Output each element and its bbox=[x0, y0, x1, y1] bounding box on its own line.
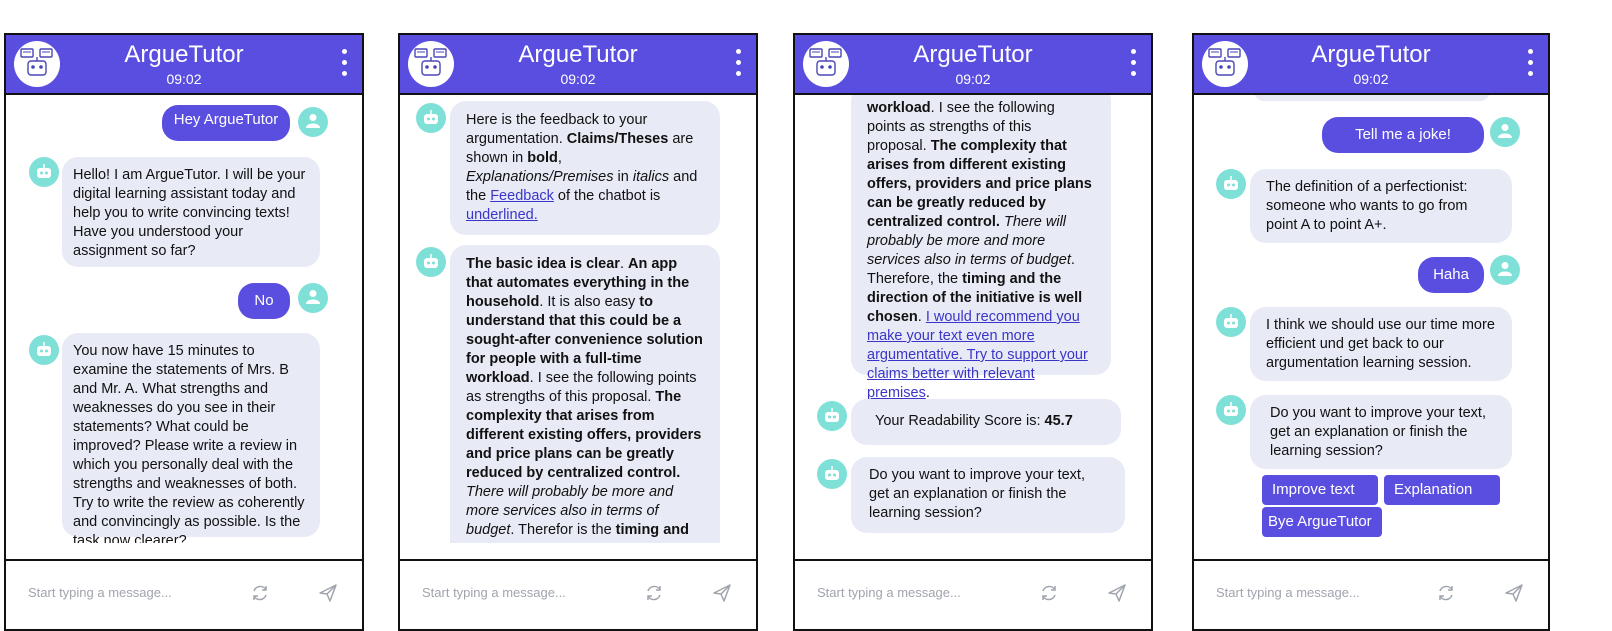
user-icon bbox=[1490, 117, 1520, 147]
feedback-text: bold bbox=[527, 150, 558, 166]
message-input-bar: Start typing a message... bbox=[1194, 559, 1548, 629]
feedback-link[interactable]: Feedback bbox=[490, 188, 554, 204]
user-message: Tell me a joke! bbox=[1322, 117, 1484, 153]
bot-message: You now have 15 minutes to examine the s… bbox=[62, 333, 320, 543]
kebab-menu-icon[interactable] bbox=[1131, 49, 1137, 81]
robot-icon bbox=[817, 459, 847, 489]
app-title: ArgueTutor bbox=[1311, 41, 1431, 68]
feedback-text: . bbox=[619, 256, 624, 272]
robot-icon bbox=[817, 401, 847, 431]
chat-header: ArgueTutor 09:02 bbox=[795, 35, 1151, 95]
robot-icon bbox=[416, 103, 446, 133]
message-input-bar: Start typing a message... bbox=[795, 559, 1151, 629]
refresh-icon[interactable] bbox=[1039, 583, 1059, 608]
header-time: 09:02 bbox=[166, 71, 202, 87]
refresh-icon[interactable] bbox=[250, 583, 270, 608]
message-input-bar: Start typing a message... bbox=[400, 559, 756, 629]
send-icon[interactable] bbox=[318, 583, 338, 608]
chat-header: ArgueTutor 09:02 bbox=[6, 35, 362, 95]
kebab-menu-icon[interactable] bbox=[736, 49, 742, 81]
improve-text-button[interactable]: Improve text bbox=[1262, 475, 1378, 505]
kebab-menu-icon[interactable] bbox=[1528, 49, 1534, 81]
send-icon[interactable] bbox=[712, 583, 732, 608]
bot-message: Hello! I am ArgueTutor. I will be your d… bbox=[62, 157, 320, 267]
message-input[interactable]: Start typing a message... bbox=[1216, 585, 1360, 600]
header-time: 09:02 bbox=[1353, 71, 1389, 87]
message-input-bar: Start typing a message... bbox=[6, 559, 362, 629]
feedback-text: , bbox=[557, 150, 562, 166]
message-input[interactable]: Start typing a message... bbox=[817, 585, 961, 600]
robot-icon bbox=[1216, 169, 1246, 199]
app-title: ArgueTutor bbox=[913, 41, 1033, 68]
robot-icon bbox=[29, 157, 59, 187]
message-input[interactable]: Start typing a message... bbox=[28, 585, 172, 600]
chat-window-2: ArgueTutor 09:02 Here is the feedback to… bbox=[398, 33, 758, 631]
chat-window-4: ArgueTutor 09:02 Tell me a joke! The def… bbox=[1192, 33, 1550, 631]
app-title: ArgueTutor bbox=[518, 41, 638, 68]
bot-message: I think we should use our time more effi… bbox=[1250, 307, 1512, 381]
app-title: ArgueTutor bbox=[124, 41, 244, 68]
feedback-text: of the chatbot is bbox=[557, 188, 661, 204]
user-message: Haha bbox=[1418, 257, 1484, 293]
send-icon[interactable] bbox=[1504, 583, 1524, 608]
chat-area: Tell me a joke! The definition of a perf… bbox=[1194, 95, 1548, 543]
bot-message: Do you want to improve your text, get an… bbox=[1250, 395, 1512, 469]
user-message: Hey ArgueTutor bbox=[162, 105, 290, 141]
send-icon[interactable] bbox=[1107, 583, 1127, 608]
kebab-menu-icon[interactable] bbox=[342, 49, 348, 81]
robot-icon bbox=[416, 247, 446, 277]
feedback-text: . bbox=[917, 309, 922, 325]
user-message: No bbox=[238, 283, 290, 319]
user-icon bbox=[298, 107, 328, 137]
bot-message: Here is the feedback to your argumentati… bbox=[450, 101, 720, 235]
bot-message: The basic idea is clear. An app that aut… bbox=[450, 245, 720, 543]
feedback-text: . It is also easy bbox=[539, 294, 636, 310]
feedback-text: in bbox=[617, 169, 629, 185]
chat-area: Hey ArgueTutor Hello! I am ArgueTutor. I… bbox=[6, 95, 362, 543]
bot-message: workload. I see the following points as … bbox=[851, 95, 1111, 401]
feedback-text: Claims/Theses bbox=[566, 131, 669, 147]
feedback-text: italics bbox=[632, 169, 670, 185]
chat-window-1: ArgueTutor 09:02 Hey ArgueTutor Hello! I… bbox=[4, 33, 364, 631]
chat-header: ArgueTutor 09:02 bbox=[400, 35, 756, 95]
feedback-text: . Therefor is the bbox=[510, 522, 612, 538]
feedback-text: Explanations/Premises bbox=[466, 169, 614, 185]
chat-area: workload. I see the following points as … bbox=[795, 95, 1151, 543]
explanation-button[interactable]: Explanation bbox=[1384, 475, 1500, 505]
refresh-icon[interactable] bbox=[644, 583, 664, 608]
readability-label: Your Readability Score is: bbox=[875, 413, 1041, 429]
user-icon bbox=[298, 283, 328, 313]
robot-icon bbox=[1216, 395, 1246, 425]
bot-message: Do you want to improve your text, get an… bbox=[851, 457, 1125, 533]
chat-area: Here is the feedback to your argumentati… bbox=[400, 95, 756, 543]
message-input[interactable]: Start typing a message... bbox=[422, 585, 566, 600]
feedback-link[interactable]: underlined. bbox=[466, 207, 538, 223]
readability-score-message: Your Readability Score is: 45.7 bbox=[851, 399, 1121, 445]
claim-text: timing and bbox=[615, 522, 689, 538]
user-icon bbox=[1490, 255, 1520, 285]
readability-value: 45.7 bbox=[1044, 413, 1073, 429]
robot-icon bbox=[1216, 307, 1246, 337]
chat-window-3: ArgueTutor 09:02 workload. I see the fol… bbox=[793, 33, 1153, 631]
claim-text: workload bbox=[867, 100, 931, 116]
robot-icon bbox=[29, 335, 59, 365]
header-time: 09:02 bbox=[955, 71, 991, 87]
header-time: 09:02 bbox=[560, 71, 596, 87]
bye-arguetutor-button[interactable]: Bye ArgueTutor bbox=[1262, 507, 1382, 537]
refresh-icon[interactable] bbox=[1436, 583, 1456, 608]
claim-text: The basic idea is clear bbox=[466, 256, 620, 272]
bot-message: The definition of a perfectionist: someo… bbox=[1250, 169, 1512, 243]
previous-message-edge bbox=[1254, 95, 1490, 101]
chat-header: ArgueTutor 09:02 bbox=[1194, 35, 1548, 95]
